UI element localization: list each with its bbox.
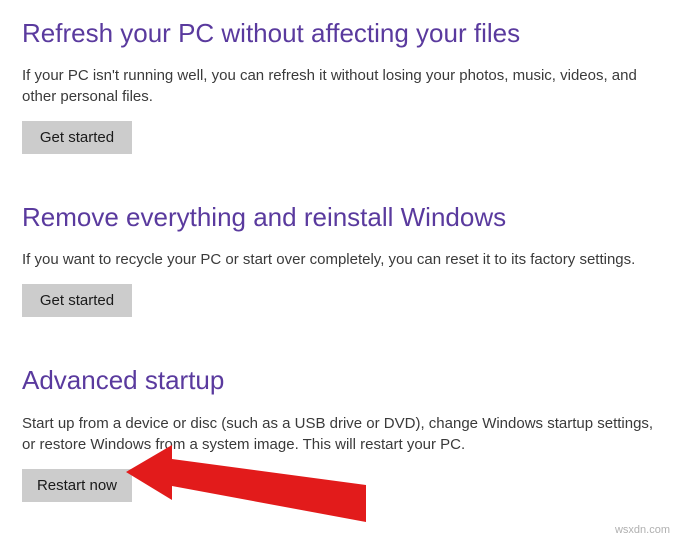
refresh-description: If your PC isn't running well, you can r…: [22, 65, 658, 107]
watermark-text: wsxdn.com: [615, 524, 670, 536]
remove-get-started-button[interactable]: Get started: [22, 284, 132, 317]
advanced-heading: Advanced startup: [22, 365, 658, 396]
refresh-pc-section: Refresh your PC without affecting your f…: [22, 18, 658, 154]
advanced-description: Start up from a device or disc (such as …: [22, 413, 658, 455]
advanced-startup-section: Advanced startup Start up from a device …: [22, 365, 658, 501]
restart-now-button[interactable]: Restart now: [22, 469, 132, 502]
remove-everything-section: Remove everything and reinstall Windows …: [22, 202, 658, 317]
remove-heading: Remove everything and reinstall Windows: [22, 202, 658, 233]
refresh-heading: Refresh your PC without affecting your f…: [22, 18, 658, 49]
remove-description: If you want to recycle your PC or start …: [22, 249, 658, 270]
refresh-get-started-button[interactable]: Get started: [22, 121, 132, 154]
